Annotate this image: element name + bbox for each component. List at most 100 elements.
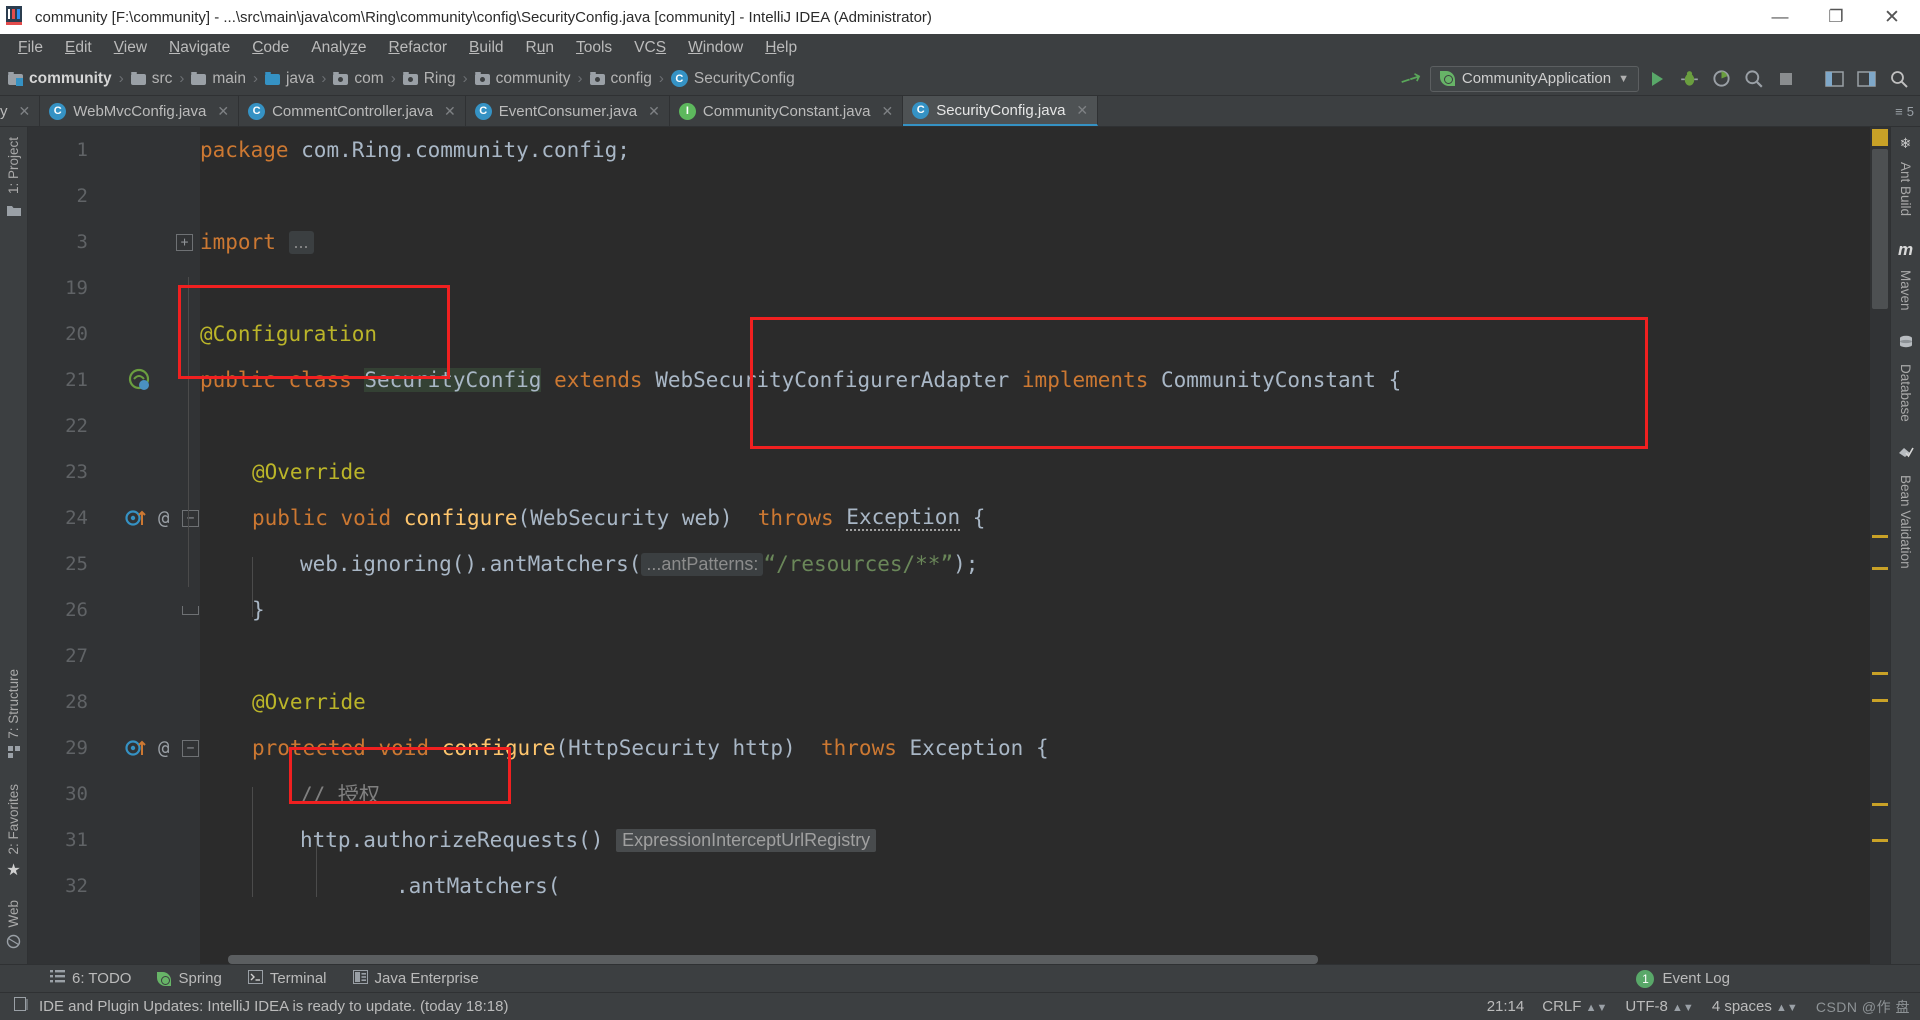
close-icon[interactable]: ✕ (217, 103, 229, 120)
menu-analyze[interactable]: Analyze (300, 36, 377, 60)
ruler-mark-warning[interactable] (1872, 839, 1888, 842)
encoding-selector[interactable]: UTF-8 ▲▼ (1625, 998, 1693, 1015)
folded-imports[interactable]: ... (288, 230, 314, 254)
close-icon[interactable]: ✕ (444, 103, 456, 120)
editor-tab-webmvcconfig[interactable]: C WebMvcConfig.java ✕ (40, 96, 240, 126)
code-token-implements: implements (1021, 368, 1149, 392)
menu-build[interactable]: Build (458, 36, 514, 60)
breadcrumb-label: java (285, 69, 315, 87)
ruler-mark-warning[interactable] (1872, 567, 1888, 570)
sidebar-item-structure[interactable]: 7: Structure (2, 663, 25, 745)
fold-expand-icon[interactable]: + (176, 233, 193, 251)
analysis-ruler[interactable] (1870, 127, 1890, 964)
override-method-icon[interactable] (124, 736, 148, 760)
menu-refactor[interactable]: Refactor (377, 36, 458, 60)
sidebar-item-bean-validation[interactable]: Bean Validation (1894, 469, 1917, 575)
sidebar-item-favorites[interactable]: 2: Favorites (2, 778, 25, 861)
close-icon[interactable]: ✕ (19, 103, 31, 120)
line-number: 25 (65, 553, 88, 575)
code-text-area[interactable]: import package com.Ring.community.config… (178, 127, 1890, 964)
ruler-mark-warning[interactable] (1872, 129, 1888, 146)
menu-file[interactable]: File (7, 36, 54, 60)
layout-icon (1824, 70, 1844, 87)
breadcrumb-item-main[interactable]: main (191, 70, 246, 88)
search-everywhere-button[interactable] (1885, 65, 1912, 92)
code-token-protected: protected (252, 736, 366, 760)
breadcrumb-item-config[interactable]: config (589, 70, 652, 88)
breadcrumb-item-src[interactable]: src (130, 70, 172, 88)
debug-button[interactable] (1676, 65, 1703, 92)
close-icon[interactable]: ✕ (881, 103, 893, 120)
ruler-mark-warning[interactable] (1872, 699, 1888, 702)
sidebar-item-maven[interactable]: Maven (1894, 264, 1917, 317)
code-line-25: web.ignoring().antMatchers(...antPattern… (200, 541, 1890, 587)
spring-bean-gutter-icon[interactable] (126, 367, 152, 393)
close-icon[interactable]: ✕ (648, 103, 660, 120)
annotation-gutter-icon[interactable]: @ (158, 507, 169, 529)
menu-view[interactable]: View (103, 36, 158, 60)
status-message[interactable]: IDE and Plugin Updates: IntelliJ IDEA is… (39, 998, 508, 1015)
menu-edit[interactable]: Edit (54, 36, 103, 60)
restore-layout-button[interactable] (1853, 65, 1880, 92)
fold-end-icon[interactable] (182, 605, 199, 615)
menu-help[interactable]: Help (754, 36, 808, 60)
scrollbar-thumb[interactable] (1872, 149, 1888, 309)
annotation-gutter-icon[interactable]: @ (158, 737, 169, 759)
tab-overflow[interactable]: ≡ 5 (1895, 96, 1920, 126)
breadcrumb-item-ring[interactable]: Ring (402, 70, 456, 88)
run-configuration-selector[interactable]: CommunityApplication ▼ (1429, 65, 1639, 92)
sidebar-item-web[interactable]: Web (2, 894, 25, 934)
fold-collapse-icon[interactable]: − (182, 739, 199, 757)
editor-gutter[interactable]: 1 2 3 + 19 20 21 22 23 24 @ − 25 26 27 2… (28, 127, 200, 964)
editor-tab-securityconfig[interactable]: C SecurityConfig.java ✕ (903, 96, 1099, 126)
sidebar-item-project[interactable]: 1: Project (2, 131, 25, 200)
notification-icon[interactable] (14, 997, 29, 1016)
profile-button[interactable] (1740, 65, 1767, 92)
toolwindow-terminal[interactable]: Terminal (247, 969, 327, 988)
menu-run[interactable]: Run (515, 36, 565, 60)
horizontal-scrollbar[interactable] (228, 955, 1318, 964)
close-button[interactable]: ✕ (1864, 0, 1920, 34)
breadcrumb-item-com[interactable]: com (333, 70, 384, 88)
code-line-29: protected void configure (HttpSecurity ht… (200, 725, 1890, 771)
indent-selector[interactable]: 4 spaces ▲▼ (1712, 998, 1798, 1015)
editor-tab-clipped[interactable]: y ✕ (0, 96, 41, 126)
editor-tab-commentcontroller[interactable]: C CommentController.java ✕ (239, 96, 466, 126)
menu-tools[interactable]: Tools (565, 36, 623, 60)
toolwindow-spring[interactable]: Spring (157, 970, 222, 987)
caret-position[interactable]: 21:14 (1487, 998, 1525, 1015)
editor-tab-eventconsumer[interactable]: C EventConsumer.java ✕ (466, 96, 670, 126)
close-icon[interactable]: ✕ (1076, 102, 1088, 119)
menu-window[interactable]: Window (677, 36, 754, 60)
toolwindow-java-enterprise[interactable]: Java Enterprise (352, 969, 479, 988)
ruler-mark-warning[interactable] (1872, 672, 1888, 675)
build-project-button[interactable]: ⤍ (1398, 65, 1425, 92)
menu-code[interactable]: Code (241, 36, 300, 60)
sidebar-item-ant-build[interactable]: Ant Build (1894, 156, 1917, 222)
menu-vcs[interactable]: VCS (623, 36, 677, 60)
fold-collapse-icon[interactable]: − (182, 509, 199, 527)
menu-navigate[interactable]: Navigate (158, 36, 241, 60)
event-log-button[interactable]: 1 Event Log (1636, 969, 1920, 988)
toolwindow-todo[interactable]: 6: TODO (50, 970, 131, 987)
maximize-button[interactable]: ❐ (1808, 0, 1864, 34)
event-log-count-badge: 1 (1636, 969, 1655, 988)
override-method-icon[interactable] (124, 506, 148, 530)
code-token-throws: throws (757, 506, 834, 530)
line-separator-selector[interactable]: CRLF ▲▼ (1542, 998, 1607, 1015)
run-button[interactable] (1644, 65, 1671, 92)
breadcrumb-item-community-pkg[interactable]: community (474, 70, 571, 88)
breadcrumb-item-java[interactable]: java (264, 69, 315, 88)
open-settings-button[interactable] (1821, 65, 1848, 92)
minimize-button[interactable]: — (1752, 0, 1808, 34)
ruler-mark-warning[interactable] (1872, 535, 1888, 538)
breadcrumb-item-community-project[interactable]: community (8, 70, 112, 88)
editor-tab-communityconstant[interactable]: I CommunityConstant.java ✕ (670, 96, 904, 126)
breadcrumb-item-securityconfig[interactable]: C SecurityConfig (670, 70, 795, 88)
sidebar-item-database[interactable]: Database (1894, 358, 1917, 428)
code-editor[interactable]: 1 2 3 + 19 20 21 22 23 24 @ − 25 26 27 2… (28, 127, 1890, 964)
stop-button[interactable] (1772, 65, 1799, 92)
ruler-mark-warning[interactable] (1872, 803, 1888, 806)
class-icon: C (474, 102, 492, 120)
run-with-coverage-button[interactable] (1708, 65, 1735, 92)
